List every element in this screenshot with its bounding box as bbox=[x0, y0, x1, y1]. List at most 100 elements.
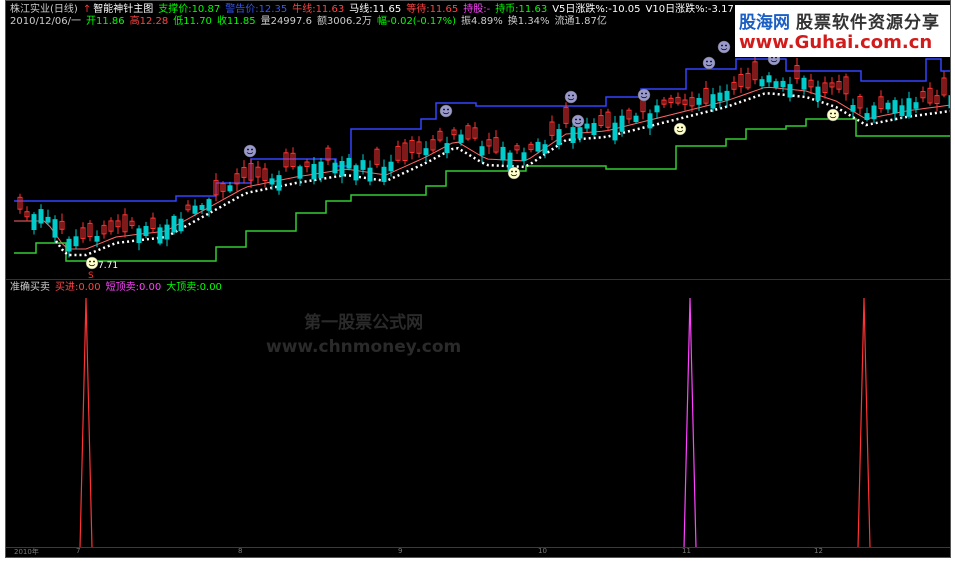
candle-body bbox=[136, 228, 142, 243]
candle-body bbox=[612, 122, 618, 141]
candle-body bbox=[178, 218, 184, 232]
candle-body bbox=[500, 146, 506, 161]
candle-body bbox=[787, 84, 793, 98]
watermark-url: www.chnmoney.com bbox=[266, 337, 462, 357]
price-item-text: V5日涨跌%:-10.05 bbox=[552, 4, 641, 15]
candle-body bbox=[591, 123, 597, 135]
face-marker-icon bbox=[439, 104, 453, 118]
ind-item: 准确买卖 bbox=[10, 282, 50, 293]
quote-item-text: 开11.86 bbox=[86, 16, 125, 27]
site-logo: 股海网 股票软件资源分享 www.Guhai.com.cn bbox=[735, 5, 950, 57]
date-label: 8 bbox=[238, 547, 243, 555]
candle-body bbox=[423, 148, 429, 156]
candle-body bbox=[192, 205, 198, 214]
candle-body bbox=[864, 113, 870, 120]
candle-body bbox=[696, 98, 702, 105]
dotted-line bbox=[54, 92, 950, 257]
candle-body bbox=[780, 80, 786, 88]
candle-body bbox=[381, 166, 387, 182]
price-item: 牛线:11.63 bbox=[292, 4, 344, 15]
face-marker-icon bbox=[85, 256, 99, 270]
ind-item-text: 准确买卖 bbox=[10, 282, 50, 293]
face-marker-icon bbox=[702, 56, 716, 70]
candle-body bbox=[633, 115, 639, 122]
candle-body bbox=[766, 75, 772, 83]
candle-body bbox=[143, 226, 149, 236]
ma-line bbox=[14, 86, 950, 250]
date-label: 11 bbox=[682, 547, 691, 555]
candle-body bbox=[444, 143, 450, 154]
candle-body bbox=[38, 209, 44, 224]
candle-body bbox=[892, 100, 898, 114]
candle-body bbox=[360, 160, 366, 170]
ind-item-text: 短顶卖:0.00 bbox=[105, 282, 162, 293]
face-marker-icon bbox=[673, 122, 687, 136]
logo-url: www.Guhai.com.cn bbox=[739, 32, 933, 53]
candle-body bbox=[815, 86, 821, 101]
candle-body bbox=[171, 215, 177, 233]
candle-body bbox=[269, 178, 275, 185]
face-eye bbox=[677, 126, 679, 129]
quote-item: 高12.28 bbox=[130, 16, 169, 27]
candle-body bbox=[353, 165, 359, 181]
candle-body bbox=[556, 129, 562, 146]
face-eye bbox=[443, 108, 445, 111]
candle-body bbox=[570, 127, 576, 143]
face-marker-icon bbox=[564, 90, 578, 104]
face-marker-icon bbox=[507, 166, 521, 180]
face-eye bbox=[721, 44, 723, 47]
candle-body bbox=[73, 236, 79, 247]
face-eye bbox=[93, 260, 95, 263]
candle-body bbox=[710, 94, 716, 109]
face-eye bbox=[834, 112, 836, 115]
candle-body bbox=[885, 102, 891, 110]
face-eye bbox=[575, 118, 577, 121]
watermark-title: 第一股票公式网 bbox=[304, 313, 424, 333]
quote-header: 2010/12/06/一 开11.86 高12.28 低11.70 收11.85 量249… bbox=[10, 16, 612, 28]
candle-body bbox=[759, 79, 765, 87]
quote-item: 量24997.6 bbox=[261, 16, 312, 27]
face-marker-icon bbox=[243, 144, 257, 158]
quote-item-text: 2010/12/06/一 bbox=[10, 16, 82, 27]
candle-body bbox=[45, 216, 51, 223]
up-arrow-icon: ↑ bbox=[82, 4, 92, 15]
face-eye bbox=[447, 108, 449, 111]
price-item: 马线:11.65 bbox=[349, 4, 401, 15]
candle-body bbox=[871, 105, 877, 120]
face-eye bbox=[247, 148, 249, 151]
candle-body bbox=[332, 162, 338, 174]
quote-item: 幅-0.02(-0.17%) bbox=[377, 16, 456, 27]
face-marker-icon bbox=[571, 114, 585, 128]
support-line bbox=[14, 118, 950, 262]
buy-signal-spike bbox=[857, 297, 871, 549]
buy-signal-spike bbox=[79, 297, 93, 549]
quote-item-text: 低11.70 bbox=[173, 16, 212, 27]
face-eye bbox=[725, 44, 727, 47]
quote-item-text: 振4.89% bbox=[461, 16, 503, 27]
watermark: 第一股票公式网 www.chnmoney.com bbox=[266, 311, 461, 359]
candle-body bbox=[801, 77, 807, 90]
candle-body bbox=[773, 81, 779, 88]
quote-item-text: 额3006.2万 bbox=[316, 16, 372, 27]
candle-body bbox=[458, 134, 464, 143]
candle-body bbox=[850, 105, 856, 112]
price-item-text: 持股:- bbox=[463, 4, 491, 15]
candle-body bbox=[318, 161, 324, 179]
chart-frame[interactable]: 7.71 S 株江实业(日线) ↑ 智能神针主图 支撑价:10.87 警告价:12.35 牛… bbox=[5, 0, 951, 558]
quote-item-text: 流通1.87亿 bbox=[554, 16, 607, 27]
ind-item-text: 买进:0.00 bbox=[55, 282, 101, 293]
quote-item: 开11.86 bbox=[86, 16, 125, 27]
price-item: V10日涨跌%:-3.17 bbox=[646, 4, 734, 15]
date-label: 9 bbox=[398, 547, 403, 555]
price-item: 株江实业(日线) bbox=[10, 4, 78, 15]
candle-body bbox=[276, 175, 282, 191]
face-eye bbox=[572, 94, 574, 97]
price-item-text: 株江实业(日线) bbox=[10, 4, 78, 15]
indicator-chart[interactable] bbox=[6, 280, 951, 550]
face-eye bbox=[641, 92, 643, 95]
face-eye bbox=[706, 60, 708, 63]
date-label: 7 bbox=[76, 547, 81, 555]
price-item: 等待:11.65 bbox=[406, 4, 458, 15]
candle-body bbox=[542, 144, 548, 154]
candle-body bbox=[479, 146, 485, 156]
